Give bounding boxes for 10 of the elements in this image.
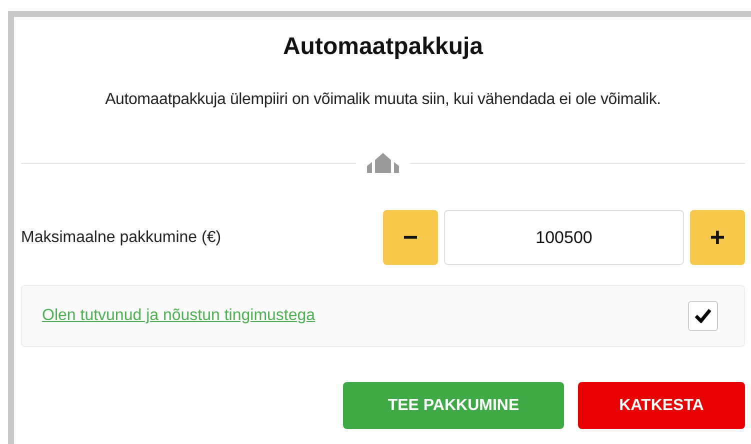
decrement-button[interactable]: − [383, 210, 438, 265]
dialog-description: Automaatpakkuja ülempiiri on võimalik muuta siin, kui vähendada ei ole võimalik. [104, 91, 662, 109]
terms-checkbox[interactable] [688, 301, 718, 331]
cancel-button[interactable]: KATKESTA [578, 382, 745, 429]
increment-button[interactable]: + [690, 210, 745, 265]
checkmark-icon [695, 309, 711, 323]
house-icon [364, 153, 402, 173]
dialog-title: Automaatpakkuja [282, 32, 484, 61]
max-bid-input[interactable]: 100500 [444, 210, 684, 265]
max-bid-label: Maksimaalne pakkumine (€) [21, 228, 222, 246]
